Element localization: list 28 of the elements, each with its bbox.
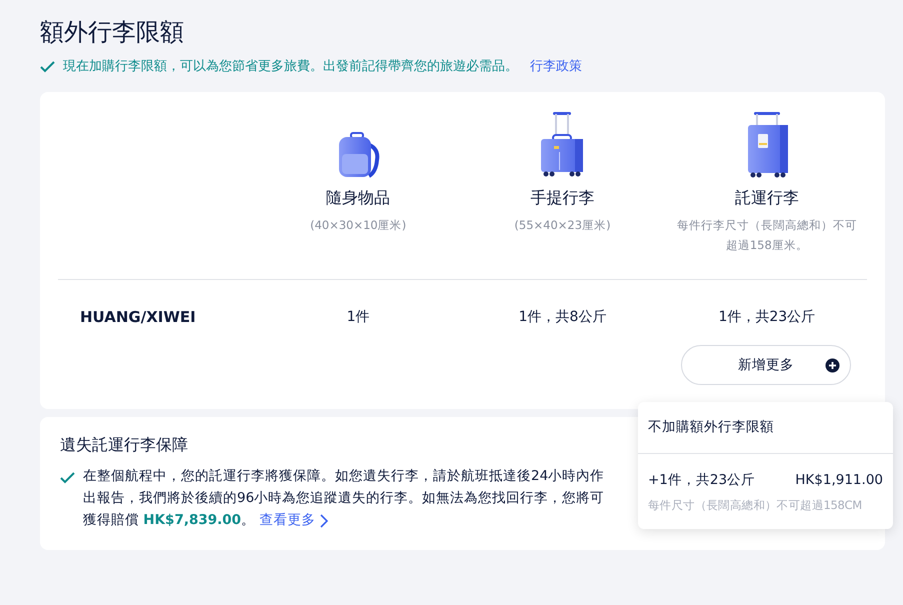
protection-text: 在整個航程中，您的託運行李將獲保障。如您遺失行李，請於航班抵達後24小時內作出報告，我們將於後續的96小時為您追蹤遺失的行李。如無法為您找回行李，您將可獲得賠償 HK$7,839.00。 查看更多: [83, 466, 606, 530]
chevron-right-icon: [320, 514, 329, 528]
baggage-size-text: (55×40×23厘米): [514, 217, 611, 234]
option-label: +1件，共23公斤: [648, 471, 756, 490]
see-more-link[interactable]: 查看更多: [259, 512, 329, 528]
dropdown-option[interactable]: +1件，共23公斤 HK$1,911.00 每件尺寸（長闊高總和）不可超過158CM: [638, 453, 893, 529]
add-more-button[interactable]: 新增更多: [681, 344, 851, 385]
allowance-text: 1件，共8公斤: [518, 309, 606, 326]
check-icon: [40, 60, 55, 73]
baggage-size-text: 每件行李尺寸（長闊高總和）不可超過158厘米。: [676, 217, 858, 254]
allowance-text: 1件: [346, 309, 370, 326]
section-title: 遺失託運行李保障: [60, 434, 189, 456]
baggage-type-label: 隨身物品: [326, 187, 390, 210]
option-price: HK$1,911.00: [795, 471, 883, 490]
suitcase-icon: [539, 112, 586, 178]
baggage-type-label: 託運行李: [734, 187, 799, 210]
option-note: 每件尺寸（長闊高總和）不可超過158CM: [648, 498, 862, 512]
option-label: 不加購額外行李限額: [648, 418, 774, 437]
baggage-size-text: (40×30×10厘米): [310, 217, 406, 234]
page-title: 額外行李限額: [40, 18, 185, 47]
dropdown-option[interactable]: 不加購額外行李限額: [638, 402, 893, 454]
passenger-name: HUANG/XIWEI: [80, 308, 196, 326]
check-icon: [60, 472, 75, 484]
plus-icon: [825, 358, 840, 373]
allowance-text: 1件，共23公斤: [718, 309, 816, 326]
baggage-type-label: 手提行李: [530, 187, 594, 210]
notice-text: 現在加購行李限額，可以為您節省更多旅費。出發前記得帶齊您的旅遊必需品。: [63, 58, 518, 76]
policy-link[interactable]: 行李政策: [530, 56, 582, 76]
